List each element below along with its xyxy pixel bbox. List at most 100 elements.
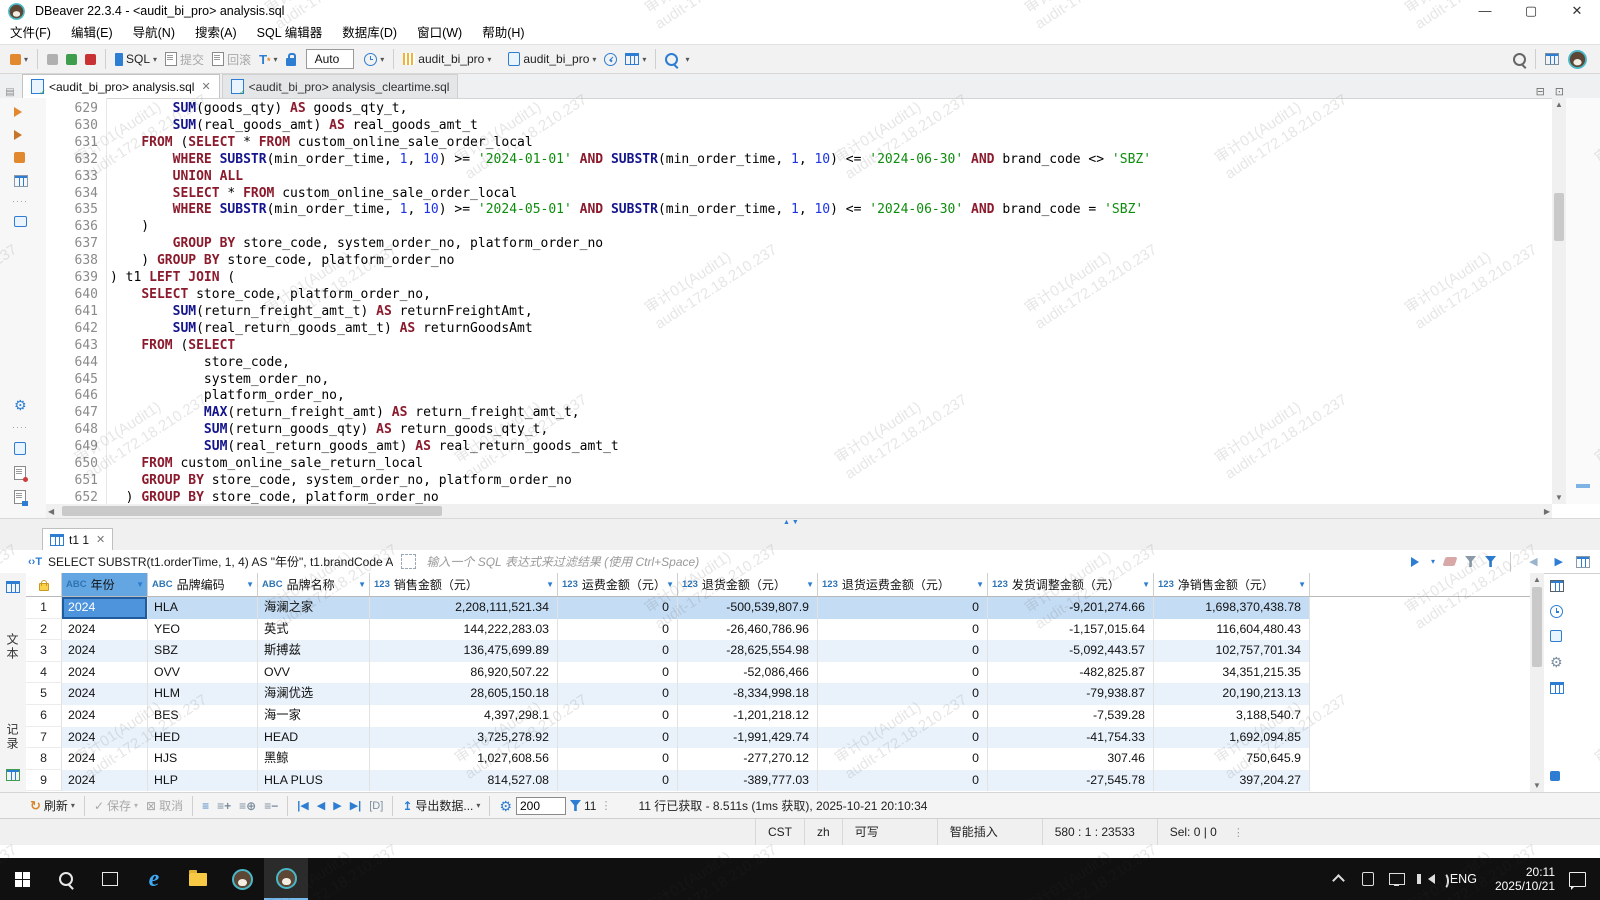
result-tab-t1[interactable]: t1 1 ✕ (42, 528, 114, 550)
record-icon[interactable] (6, 769, 20, 784)
column-header-3[interactable]: 123 销售金额（元） ▼ (370, 573, 558, 596)
column-header-0[interactable]: ABC 年份 ▼ (62, 573, 148, 596)
tray-expand-button[interactable] (1324, 858, 1354, 900)
dbeaver-home-button[interactable] (1564, 47, 1591, 72)
grid-cell[interactable]: -482,825.87 (988, 661, 1154, 684)
grid-cell[interactable]: -7,539.28 (988, 704, 1154, 727)
grid-cell[interactable]: 0 (558, 597, 678, 619)
editor-vscrollbar[interactable]: ▲ ▼ (1552, 98, 1566, 504)
filter-history-caret[interactable]: ▾ (1431, 557, 1435, 566)
refresh-button[interactable]: ↻ 刷新 ▾ (27, 795, 78, 816)
grid-cell[interactable]: 2024 (62, 683, 148, 705)
grid-cell[interactable]: -8,334,998.18 (678, 683, 818, 705)
tab-close-icon[interactable]: ✕ (201, 80, 210, 93)
code-line-637[interactable]: GROUP BY store_code, system_order_no, pl… (110, 236, 1540, 253)
grid-cell[interactable]: 102,757,701.34 (1154, 640, 1310, 662)
menu-item-0[interactable]: 文件(F) (0, 22, 61, 44)
tray-usb[interactable] (1354, 858, 1382, 900)
grid-cell[interactable]: 750,645.9 (1154, 748, 1310, 770)
tray-language[interactable]: ENG (1444, 872, 1483, 886)
code-line-644[interactable]: store_code, (110, 355, 1540, 372)
grid-cell[interactable]: 814,527.08 (370, 769, 558, 792)
column-header-2[interactable]: ABC 品牌名称 ▼ (258, 573, 370, 596)
transaction-log-button[interactable]: ▾ (361, 51, 387, 68)
status-caret-position[interactable]: 580 : 1 : 23533 (1043, 819, 1158, 845)
last-page-icon[interactable]: ▶| (350, 799, 362, 812)
grid-cell[interactable]: -41,754.33 (988, 726, 1154, 749)
sash-collapse-icons[interactable]: ▲ ▼ (783, 519, 799, 526)
menu-item-6[interactable]: 窗口(W) (407, 22, 472, 44)
sort-caret-icon[interactable]: ▼ (976, 580, 984, 589)
editor-hscrollbar[interactable]: ◀ ▶ (46, 504, 1552, 518)
grid-cell[interactable]: 1,698,370,438.78 (1154, 597, 1310, 619)
grid-cell[interactable]: 0 (818, 769, 988, 792)
export-data-button[interactable]: ↥ 导出数据... ▾ (399, 795, 483, 816)
code-line-633[interactable]: UNION ALL (110, 169, 1540, 186)
grid-cell[interactable]: 0 (558, 748, 678, 770)
filter-back-icon[interactable]: ◀ (1529, 555, 1537, 568)
grid-cell[interactable]: 4,397,298.1 (370, 704, 558, 727)
save-file-button[interactable] (14, 466, 28, 483)
grid-cell[interactable]: 海一家 (258, 704, 370, 727)
grid-cell[interactable]: 海澜之家 (258, 597, 370, 619)
tab-analysis-sql[interactable]: <audit_bi_pro> analysis.sql ✕ (22, 74, 220, 98)
panel-toggle-icon[interactable] (1576, 555, 1590, 568)
grid-cell[interactable]: 0 (818, 704, 988, 727)
panels-aggregate-icon[interactable] (1550, 605, 1563, 621)
filter-expression-text[interactable]: SELECT SUBSTR(t1.orderTime, 1, 4) AS "年份… (48, 553, 393, 570)
connect-button[interactable] (44, 52, 61, 67)
commit-button[interactable]: 提交 (162, 49, 207, 70)
minimize-button[interactable]: — (1462, 0, 1508, 22)
grid-cell[interactable]: OVV (148, 661, 258, 684)
panels-references-icon[interactable] (1550, 682, 1564, 697)
result-tab-close-icon[interactable]: ✕ (96, 533, 105, 546)
lock-button[interactable] (283, 51, 299, 68)
menu-item-2[interactable]: 导航(N) (123, 22, 185, 44)
grid-cell[interactable]: -9,201,274.66 (988, 597, 1154, 619)
execute-statement-button[interactable] (14, 106, 22, 120)
filter-forward-icon[interactable]: ▶ (1555, 555, 1563, 568)
search-button[interactable]: ▾ (662, 51, 692, 68)
notification-center-icon[interactable] (1569, 871, 1586, 890)
code-line-638[interactable]: ) GROUP BY store_code, platform_order_no (110, 253, 1540, 270)
perspective-button[interactable] (1542, 51, 1562, 67)
grid-cell[interactable]: 144,222,283.03 (370, 618, 558, 641)
expand-filter-icon[interactable] (401, 554, 417, 569)
grid-cell[interactable]: 2,208,111,521.34 (370, 597, 558, 619)
sort-caret-icon[interactable]: ▼ (1142, 580, 1150, 589)
maximize-button[interactable]: ▢ (1508, 0, 1554, 22)
commit-mode-combo[interactable]: Auto (305, 49, 355, 69)
schema-selector[interactable]: audit_bi_pro ▾ (505, 50, 599, 68)
panels-settings-icon[interactable]: ⚙ (1550, 655, 1563, 670)
code-line-646[interactable]: platform_order_no, (110, 388, 1540, 405)
output-button[interactable] (14, 216, 27, 230)
grid-cell[interactable]: YEO (148, 618, 258, 641)
code-line-634[interactable]: SELECT * FROM custom_online_sale_order_l… (110, 186, 1540, 203)
row-number-cell[interactable]: 9 (26, 769, 62, 792)
grid-cell[interactable]: SBZ (148, 640, 258, 662)
grid-cell[interactable]: 0 (818, 640, 988, 662)
grid-cell[interactable]: 0 (558, 769, 678, 792)
save-filter-icon[interactable] (1485, 556, 1497, 567)
copy-row-button[interactable]: ≡⊕ (236, 797, 259, 815)
grid-cell[interactable]: HLM (148, 683, 258, 705)
edit-row-button[interactable]: ≡ (199, 797, 212, 815)
tray-clock[interactable]: 20:11 2025/10/21 (1495, 865, 1555, 893)
code-line-651[interactable]: GROUP BY store_code, system_order_no, pl… (110, 473, 1540, 490)
grid-view-icon[interactable] (6, 581, 20, 596)
grid-cell[interactable]: 1,027,608.56 (370, 748, 558, 770)
code-line-632[interactable]: WHERE SUBSTR(min_order_time, 1, 10) >= '… (110, 152, 1540, 169)
grid-cell[interactable]: HJS (148, 748, 258, 770)
settings-button[interactable]: ⚙ (14, 398, 27, 413)
results-vscrollbar[interactable]: ▲ ▼ (1530, 573, 1544, 792)
panels-bottom-icon[interactable] (1550, 770, 1560, 784)
grid-cell[interactable]: 2024 (62, 597, 148, 619)
tray-volume[interactable] (1412, 858, 1449, 900)
grid-cell[interactable]: -27,545.78 (988, 769, 1154, 792)
grid-settings-button[interactable]: ⚙ (496, 797, 515, 815)
row-number-cell[interactable]: 5 (26, 683, 62, 705)
grid-cell[interactable]: 0 (558, 618, 678, 641)
layout-button[interactable]: ▾ (622, 51, 649, 67)
menu-item-4[interactable]: SQL 编辑器 (247, 22, 333, 44)
save-button[interactable]: ✓ 保存 ▾ (91, 795, 141, 816)
